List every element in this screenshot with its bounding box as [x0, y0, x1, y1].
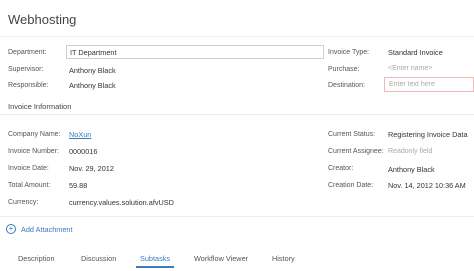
title-divider	[0, 36, 474, 37]
invoice-number-label: Invoice Number:	[8, 148, 59, 155]
destination-field[interactable]: Enter text here	[384, 77, 474, 92]
creator-value: Anthony Black	[388, 165, 435, 174]
add-attachment-label: Add Attachment	[21, 224, 73, 234]
company-name-link[interactable]: NoXun	[69, 130, 91, 139]
responsible-value: Anthony Black	[69, 81, 116, 90]
invoice-date-label: Invoice Date:	[8, 165, 49, 172]
responsible-label: Responsible:	[8, 82, 49, 89]
total-amount-label: Total Amount:	[8, 182, 51, 189]
page-title: Webhosting	[8, 12, 77, 27]
add-attachment-button[interactable]: + Add Attachment	[6, 223, 73, 235]
creation-date-label: Creation Date:	[328, 182, 374, 189]
invoice-type-value[interactable]: Standard Invoice	[388, 48, 443, 57]
attachment-divider	[0, 216, 474, 217]
current-status-value: Registering Invoice Data	[388, 130, 468, 139]
supervisor-value: Anthony Black	[69, 66, 116, 75]
destination-label: Destination:	[328, 82, 365, 89]
purchase-field[interactable]: <Enter name>	[388, 65, 432, 72]
tab-workflow-viewer[interactable]: Workflow Viewer	[194, 254, 248, 263]
invoice-number-value: 0000016	[69, 147, 98, 156]
currency-label: Currency:	[8, 199, 39, 206]
current-status-label: Current Status:	[328, 131, 376, 138]
company-name-label: Company Name:	[8, 131, 61, 138]
current-assignee-label: Current Assignee:	[328, 148, 384, 155]
total-amount-value: 59.88	[69, 181, 88, 190]
section-divider	[0, 114, 474, 115]
tab-subtasks[interactable]: Subtasks	[140, 254, 170, 263]
destination-placeholder: Enter text here	[389, 81, 435, 88]
tab-discussion[interactable]: Discussion	[81, 254, 116, 263]
supervisor-label: Supervisor:	[8, 66, 44, 73]
plus-circle-icon: +	[6, 224, 16, 234]
department-field[interactable]	[66, 45, 324, 59]
current-assignee-value: Readonly field	[388, 148, 433, 155]
department-label: Department:	[8, 49, 47, 56]
tab-bar: Description Discussion Subtasks Workflow…	[0, 250, 474, 271]
section-title: Invoice Information	[8, 102, 72, 111]
currency-value: currency.values.solution.afvUSD	[69, 198, 174, 207]
purchase-label: Purchase:	[328, 66, 360, 73]
invoice-date-value: Nov. 29, 2012	[69, 164, 114, 173]
tab-description[interactable]: Description	[18, 254, 55, 263]
active-tab-indicator	[136, 266, 174, 268]
creation-date-value: Nov. 14, 2012 10:36 AM	[388, 181, 466, 190]
tab-history[interactable]: History	[272, 254, 295, 263]
invoice-type-label: Invoice Type:	[328, 49, 370, 56]
creator-label: Creator:	[328, 165, 354, 172]
